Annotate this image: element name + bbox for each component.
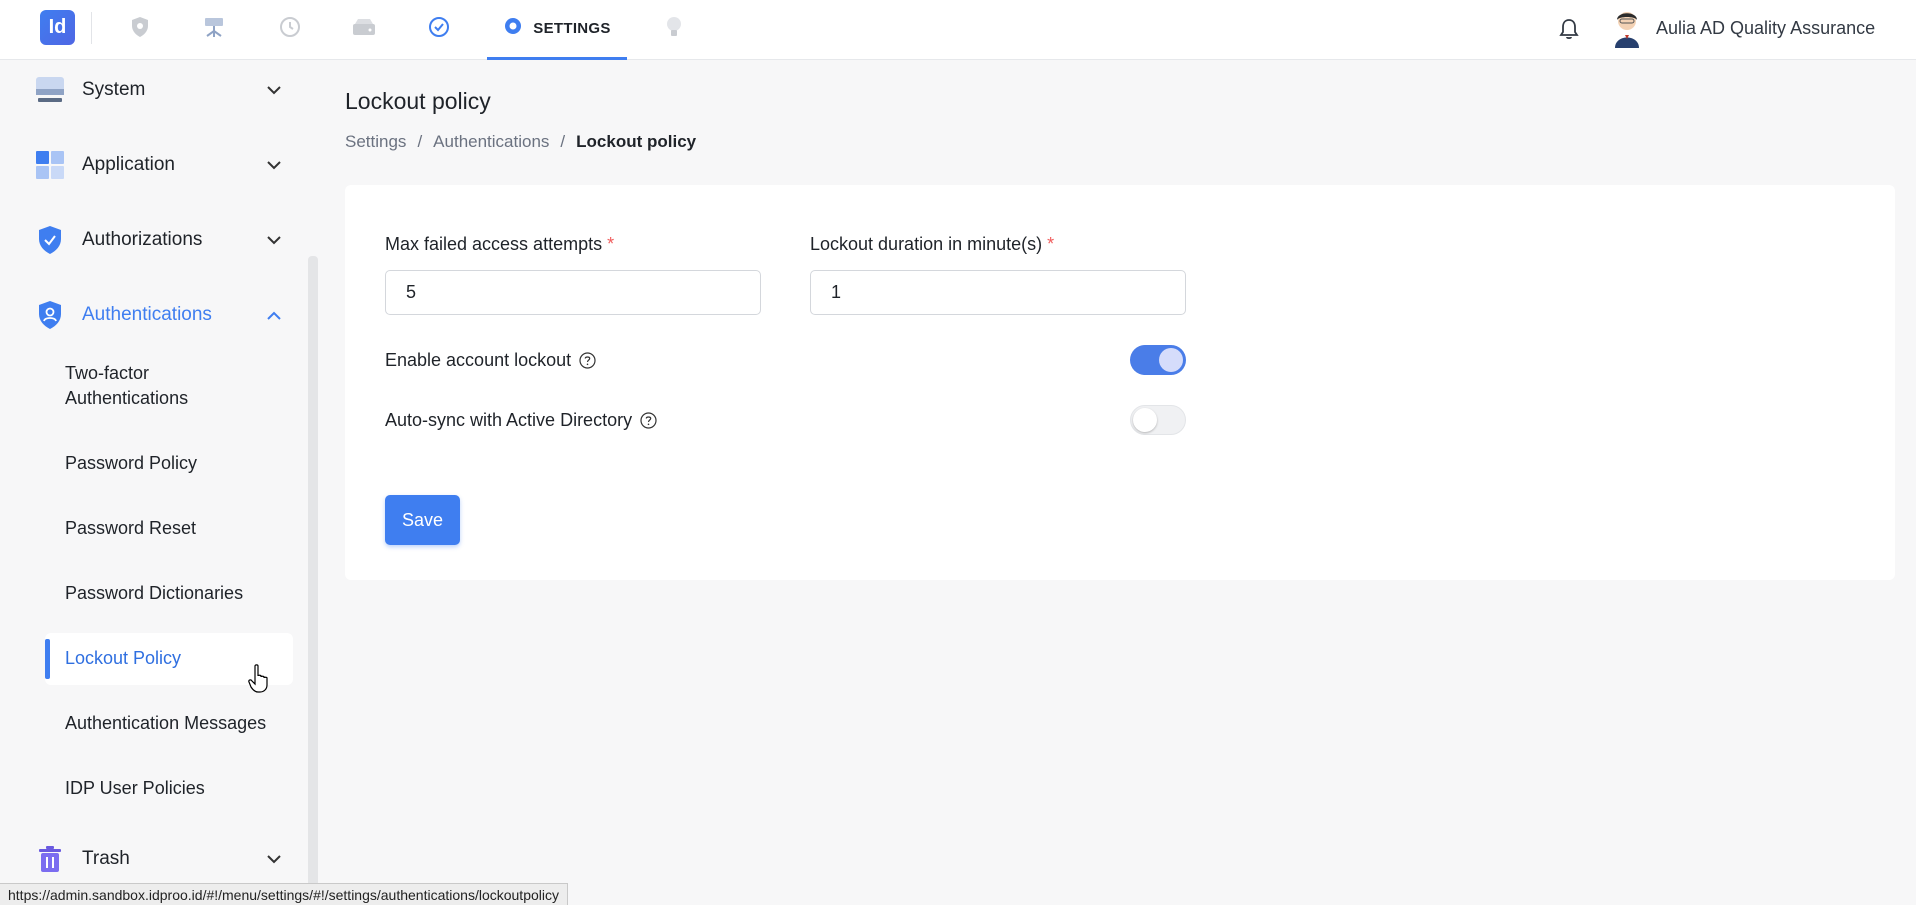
lockout-policy-form-card: Max failed access attempts* Lockout dura… xyxy=(345,185,1895,580)
notification-bell-icon[interactable] xyxy=(1556,16,1582,42)
help-icon[interactable] xyxy=(579,352,596,369)
tab-settings[interactable]: SETTINGS xyxy=(487,0,627,60)
shield-icon[interactable] xyxy=(127,14,153,40)
drive-icon[interactable] xyxy=(351,14,377,40)
required-asterisk: * xyxy=(607,234,615,254)
sidebar-subitem-authentication-messages[interactable]: Authentication Messages xyxy=(65,711,266,736)
save-button[interactable]: Save xyxy=(385,495,460,545)
breadcrumb-authentications[interactable]: Authentications xyxy=(433,132,549,152)
lockout-duration-input[interactable] xyxy=(810,270,1186,315)
status-bar-url: https://admin.sandbox.idproo.id/#!/menu/… xyxy=(0,883,568,905)
logo-text: Id xyxy=(48,16,67,38)
chevron-down-icon xyxy=(264,80,284,100)
check-circle-icon[interactable] xyxy=(426,14,452,40)
sidebar-item-label: Trash xyxy=(82,848,130,869)
chevron-up-icon xyxy=(264,305,284,325)
shield-check-icon xyxy=(34,224,66,256)
enable-lockout-label-text: Enable account lockout xyxy=(385,350,572,370)
sidebar-subitem-password-dictionaries[interactable]: Password Dictionaries xyxy=(65,581,243,606)
enable-lockout-toggle[interactable] xyxy=(1130,345,1186,375)
active-item-indicator xyxy=(45,639,50,679)
hand-cursor-icon xyxy=(248,664,270,694)
help-icon[interactable] xyxy=(640,412,657,429)
lockout-duration-label: Lockout duration in minute(s) * xyxy=(810,234,1054,255)
sidebar-item-authentications[interactable]: Authentications xyxy=(34,295,284,335)
sidebar-item-label: Application xyxy=(82,154,175,175)
sidebar-subitem-lockout-policy[interactable]: Lockout Policy xyxy=(65,646,181,671)
settings-gear-icon xyxy=(503,16,523,41)
shield-user-icon xyxy=(34,299,66,331)
sidebar-item-authorizations[interactable]: Authorizations xyxy=(34,220,284,260)
network-icon[interactable] xyxy=(201,14,227,40)
sidebar-subitem-label-line2: Authentications xyxy=(65,388,189,408)
chevron-down-icon xyxy=(264,155,284,175)
tab-settings-label: SETTINGS xyxy=(533,20,611,37)
sidebar: System Application Authorizations Authen… xyxy=(0,60,318,905)
sidebar-item-trash[interactable]: Trash xyxy=(34,839,284,879)
chevron-down-icon xyxy=(264,230,284,250)
sidebar-scrollbar[interactable] xyxy=(308,256,318,905)
autosync-label-text: Auto-sync with Active Directory xyxy=(385,410,633,430)
toggle-knob xyxy=(1159,348,1183,372)
sidebar-subitem-two-factor[interactable]: Two-factor Authentications xyxy=(65,361,188,411)
breadcrumb-settings[interactable]: Settings xyxy=(345,132,406,152)
sidebar-subitem-password-policy[interactable]: Password Policy xyxy=(65,451,197,476)
toggle-knob xyxy=(1133,408,1157,432)
grid-icon xyxy=(34,149,66,181)
required-asterisk: * xyxy=(1047,234,1055,254)
history-icon[interactable] xyxy=(277,14,303,40)
sidebar-item-label: System xyxy=(82,79,146,100)
divider xyxy=(91,12,92,44)
breadcrumb-separator: / xyxy=(417,132,423,151)
sidebar-item-label: Authentications xyxy=(82,304,212,325)
sidebar-subitem-idp-user-policies[interactable]: IDP User Policies xyxy=(65,776,205,801)
autosync-label: Auto-sync with Active Directory xyxy=(385,410,657,431)
max-attempts-label-text: Max failed access attempts xyxy=(385,234,603,254)
sidebar-item-system[interactable]: System xyxy=(34,70,284,110)
lockout-duration-label-text: Lockout duration in minute(s) xyxy=(810,234,1043,254)
avatar[interactable] xyxy=(1609,8,1645,48)
trash-icon xyxy=(34,843,66,875)
sidebar-item-label: Authorizations xyxy=(82,229,203,250)
max-attempts-label: Max failed access attempts * xyxy=(385,234,614,255)
breadcrumb-current: Lockout policy xyxy=(576,132,697,151)
user-name[interactable]: Aulia AD Quality Assurance xyxy=(1656,18,1875,39)
sidebar-item-application[interactable]: Application xyxy=(34,145,284,185)
enable-lockout-label: Enable account lockout xyxy=(385,350,596,371)
breadcrumb-separator: / xyxy=(560,132,566,151)
top-navigation-bar: Id SETTINGS Aulia AD Quality Assurance xyxy=(0,0,1916,60)
lightbulb-icon[interactable] xyxy=(661,14,687,40)
monitor-icon xyxy=(34,74,66,106)
app-logo[interactable]: Id xyxy=(40,10,75,45)
sidebar-subitem-label-line1: Two-factor xyxy=(65,363,150,383)
autosync-toggle[interactable] xyxy=(1130,405,1186,435)
max-attempts-input[interactable] xyxy=(385,270,761,315)
page-title: Lockout policy xyxy=(345,88,491,114)
sidebar-subitem-password-reset[interactable]: Password Reset xyxy=(65,516,196,541)
breadcrumb: Settings / Authentications / Lockout pol… xyxy=(345,132,696,152)
chevron-down-icon xyxy=(264,849,284,869)
